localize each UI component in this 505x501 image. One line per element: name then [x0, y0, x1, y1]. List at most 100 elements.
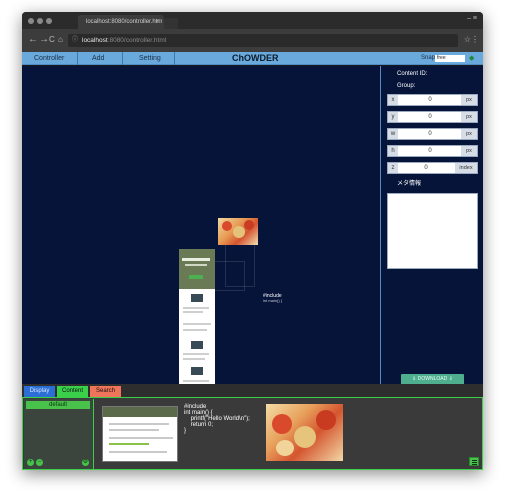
new-tab-button[interactable]: [164, 18, 178, 29]
content-id-label: Content ID:: [397, 71, 428, 77]
browser-tab[interactable]: localhost:8080/controller.htm ×: [78, 15, 164, 29]
display-canvas[interactable]: #include int main() {: [22, 66, 380, 396]
content-item-webpage[interactable]: [102, 406, 178, 462]
group-settings-icon[interactable]: ⚙: [82, 459, 89, 466]
browser-tabbar: localhost:8080/controller.htm × – ≡: [22, 12, 483, 29]
address-bar[interactable]: ⓘ localhost:8080/controller.html: [68, 34, 458, 47]
browser-toolbar: ← → C ⌂ ⓘ localhost:8080/controller.html…: [22, 29, 483, 52]
prop-y-field[interactable]: y 0 px: [387, 111, 478, 123]
prop-y-unit: px: [461, 112, 477, 122]
prop-w-field[interactable]: w 0 px: [387, 128, 478, 140]
group-label: Group:: [397, 83, 416, 89]
window-zoom-dot[interactable]: [46, 18, 52, 24]
browser-tab-title: localhost:8080/controller.htm: [86, 19, 163, 25]
url-path: :8080/controller.html: [107, 37, 167, 44]
prop-w-unit: px: [461, 129, 477, 139]
tomato-shape: [272, 414, 292, 434]
property-panel: Content ID: Group: x 0 px y 0 px w 0 px …: [380, 66, 483, 385]
webpage-header: [103, 407, 177, 417]
webpage-text-line: [183, 323, 211, 325]
menu-add[interactable]: Add: [92, 52, 104, 65]
content-menu-icon[interactable]: [469, 457, 479, 466]
webpage-icon-block: [191, 294, 203, 302]
prop-z-field[interactable]: z 0 index: [387, 162, 478, 174]
content-list-panel: default + − ⚙ #include int main() { prin…: [22, 397, 483, 470]
remove-group-icon[interactable]: −: [36, 459, 43, 466]
content-code-sub: int main() {: [263, 298, 283, 303]
webpage-icon-block: [191, 367, 203, 375]
content-webpage[interactable]: [179, 249, 215, 396]
webpage-text-line: [183, 311, 203, 313]
window-controls-icon[interactable]: – ≡: [467, 15, 477, 22]
menu-controller[interactable]: Controller: [34, 52, 64, 65]
content-item-vegetables[interactable]: [266, 404, 343, 461]
tab-search[interactable]: Search: [90, 386, 121, 397]
webpage-cta-button: [189, 275, 203, 279]
webpage-text-line: [183, 307, 209, 309]
webpage-text-line: [109, 443, 149, 445]
snap-toggle-icon[interactable]: ◆: [469, 55, 477, 62]
snap-select[interactable]: free: [435, 55, 465, 62]
forward-icon[interactable]: →: [39, 34, 49, 46]
prop-x-key: x: [388, 95, 398, 105]
onion-shape: [294, 426, 316, 448]
menu-divider: [122, 52, 123, 65]
tomato-shape: [222, 221, 232, 231]
prop-x-value[interactable]: 0: [400, 95, 460, 105]
group-default-tab[interactable]: default: [26, 401, 90, 409]
snap-value: free: [437, 55, 446, 61]
window-close-dot[interactable]: [28, 18, 34, 24]
prop-h-field[interactable]: h 0 px: [387, 145, 478, 157]
webpage-text-line: [109, 437, 173, 439]
tab-close-icon[interactable]: ×: [155, 15, 159, 29]
browser-menu-icon[interactable]: ⋮: [471, 35, 479, 44]
prop-w-key: w: [388, 129, 398, 139]
webpage-subheading-line: [185, 264, 207, 266]
prop-y-value[interactable]: 0: [400, 112, 460, 122]
prop-z-value[interactable]: 0: [400, 163, 452, 173]
download-label: DOWNLOAD: [417, 376, 448, 382]
app-title: ChOWDER: [232, 53, 279, 63]
webpage-text-line: [183, 358, 205, 360]
download-icon: ⇓: [412, 376, 417, 382]
menu-divider: [77, 52, 78, 65]
browser-window: localhost:8080/controller.htm × – ≡ ← → …: [22, 12, 483, 470]
window-minimize-dot[interactable]: [37, 18, 43, 24]
meta-label: メタ情報: [397, 181, 422, 187]
prop-z-key: z: [388, 163, 398, 173]
tab-display[interactable]: Display: [24, 386, 55, 397]
tab-content[interactable]: Content: [57, 386, 88, 397]
webpage-hero: [179, 249, 215, 289]
webpage-text-line: [109, 429, 159, 431]
menu-setting[interactable]: Setting: [139, 52, 161, 65]
prop-x-field[interactable]: x 0 px: [387, 94, 478, 106]
content-image-vegetables[interactable]: [218, 218, 258, 245]
add-group-icon[interactable]: +: [27, 459, 34, 466]
onion-shape: [276, 440, 294, 456]
info-icon[interactable]: ⓘ: [72, 34, 78, 47]
bottom-tabbar: Display Content Search: [22, 384, 483, 397]
app-menubar: Controller Add Setting ChOWDER Snap: fre…: [22, 52, 483, 65]
onion-shape: [233, 226, 245, 238]
meta-textarea[interactable]: [387, 193, 478, 269]
prop-x-unit: px: [461, 95, 477, 105]
webpage-icon-block: [191, 341, 203, 349]
prop-h-unit: px: [461, 146, 477, 156]
bookmark-star-icon[interactable]: ☆: [464, 35, 471, 44]
tomato-shape: [244, 220, 254, 230]
webpage-text-line: [183, 353, 209, 355]
prop-y-key: y: [388, 112, 398, 122]
content-item-code[interactable]: #include int main() { printf("Hello Worl…: [184, 404, 250, 434]
webpage-text-line: [109, 451, 167, 453]
reload-icon[interactable]: C: [49, 34, 55, 46]
download-icon: ⇓: [448, 376, 453, 382]
prop-z-unit: index: [455, 163, 477, 173]
url-host: localhost: [82, 37, 108, 44]
prop-w-value[interactable]: 0: [400, 129, 460, 139]
group-list: default + − ⚙: [24, 399, 94, 469]
webpage-text-line: [109, 423, 169, 425]
tomato-shape: [316, 410, 336, 430]
prop-h-value[interactable]: 0: [400, 146, 460, 156]
back-icon[interactable]: ←: [28, 34, 38, 46]
home-icon[interactable]: ⌂: [58, 34, 63, 46]
